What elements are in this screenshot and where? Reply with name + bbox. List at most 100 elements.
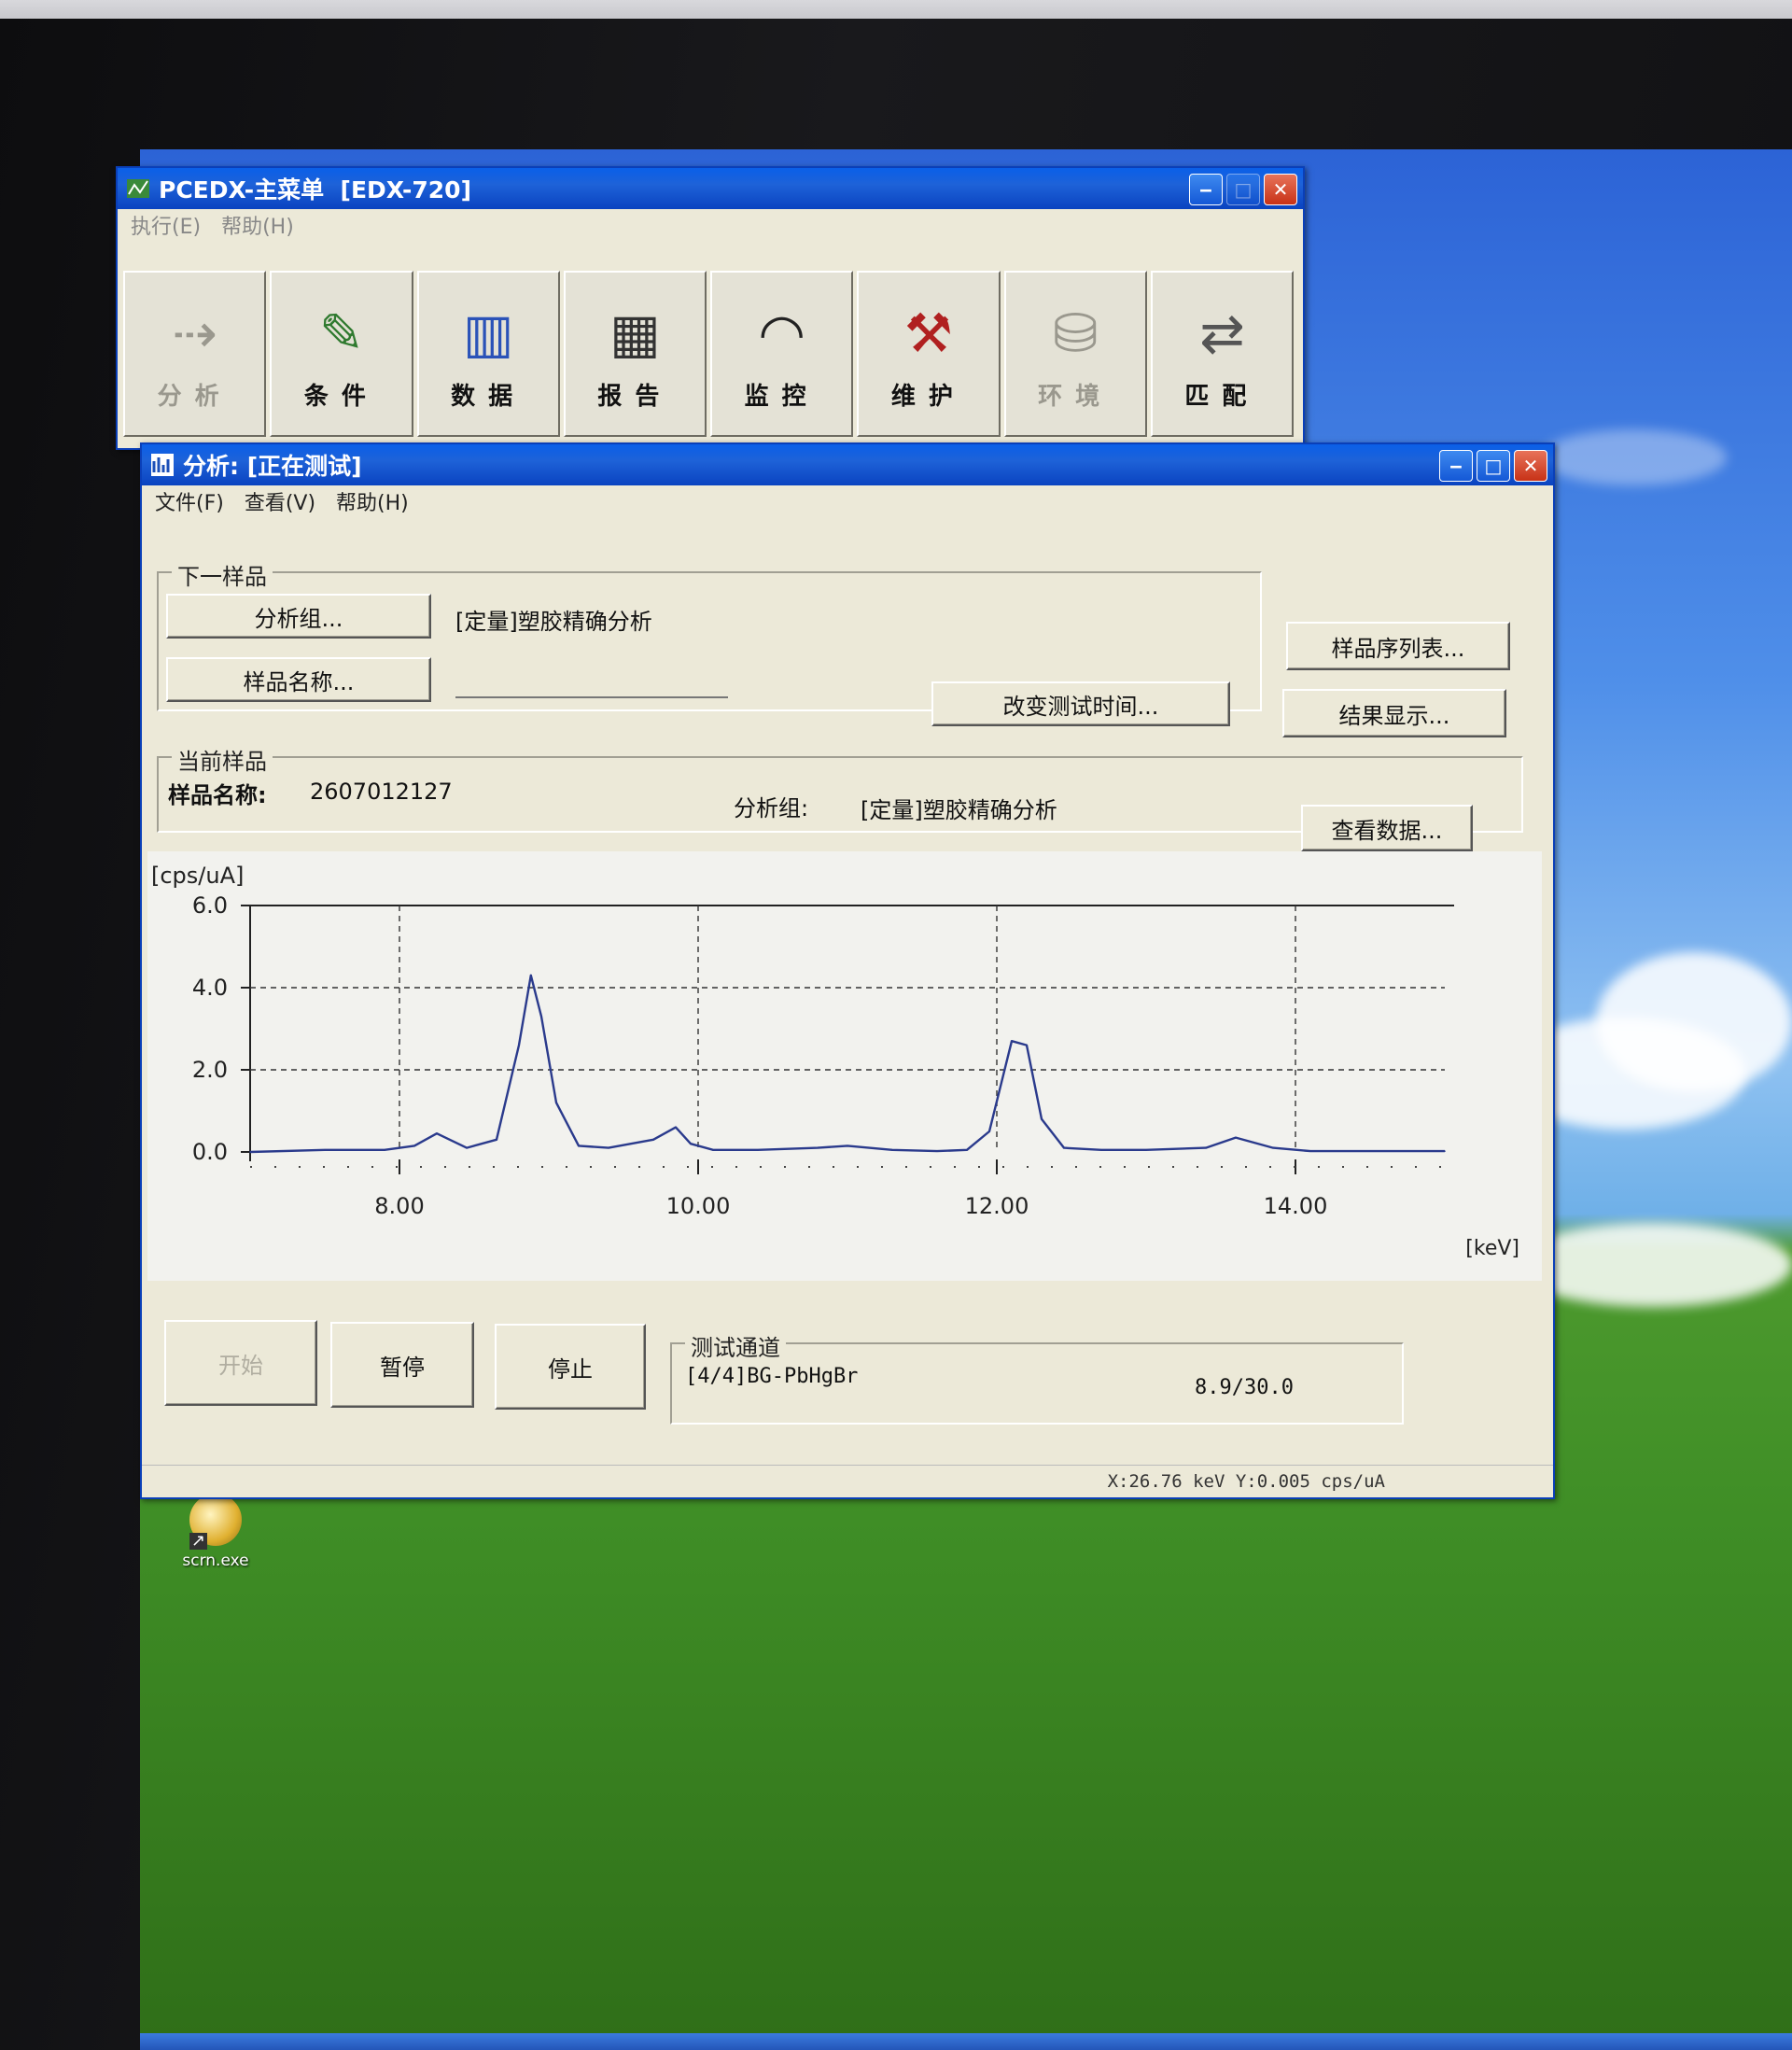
result-display-button[interactable]: 结果显示... [1282, 689, 1506, 737]
start-button: 开始 [164, 1320, 317, 1406]
menu-execute[interactable]: 执行(E) [131, 210, 201, 240]
spectrum-arrow-icon: ⇢ [172, 301, 217, 365]
close-button[interactable]: ✕ [1264, 174, 1297, 205]
main-menubar: 执行(E) 帮助(H) [118, 209, 1303, 241]
toolbar-label: 数据 [451, 382, 526, 411]
current-sample-name-value: 2607012127 [310, 779, 453, 805]
spectrum-point [1235, 1136, 1237, 1139]
spectrum-point [757, 1149, 759, 1151]
analysis-app-icon [151, 454, 174, 476]
disk-environment-icon: ⛁ [1052, 301, 1099, 365]
spectrum-point [1309, 1150, 1311, 1152]
toolbar-button-5[interactable]: ⚒ 维护 [857, 271, 1001, 437]
menu-view[interactable]: 查看(V) [245, 486, 315, 516]
spectrum-point [1205, 1146, 1207, 1149]
spectrum-point [555, 1102, 557, 1103]
taskbar[interactable] [140, 2033, 1792, 2050]
spectrum-point [988, 1130, 990, 1132]
sample-name-field[interactable] [455, 665, 728, 698]
maximize-button: □ [1226, 174, 1260, 205]
spectrum-point [891, 1149, 893, 1151]
status-bar: X:26.76 keV Y:0.005 cps/uA [142, 1465, 1553, 1497]
y-tick-label: 6.0 [192, 892, 228, 919]
spectrum-point [712, 1149, 714, 1151]
analysis-window-title: 分析: [正在测试] [183, 453, 362, 480]
spectrum-point [675, 1126, 677, 1129]
toolbar-label: 报告 [597, 382, 673, 411]
y-tick-label: 2.0 [192, 1057, 228, 1083]
toolbar-button-1[interactable]: ✎ 条件 [270, 271, 413, 437]
minimize-button[interactable]: ‒ [1189, 174, 1223, 205]
sample-list-button[interactable]: 样品序列表... [1286, 622, 1510, 670]
pause-button[interactable]: 暂停 [330, 1322, 474, 1408]
current-analysis-group-value: [定量]塑胶精确分析 [861, 797, 1057, 823]
toolbar-label: 环境 [1038, 382, 1113, 411]
spectrum-point [413, 1144, 415, 1147]
x-axis-label: [keV] [1465, 1237, 1519, 1260]
test-channel-group-title: 测试通道 [685, 1329, 786, 1362]
change-test-time-button[interactable]: 改变测试时间... [931, 681, 1230, 726]
spectrum-point [1145, 1149, 1147, 1151]
maximize-button[interactable]: □ [1477, 450, 1510, 482]
spectrum-point [436, 1132, 438, 1134]
spectrum-point [384, 1149, 385, 1151]
main-window-title: PCEDX-主菜单 [EDX-720] [159, 176, 471, 204]
gauge-icon: ◠ [758, 301, 805, 365]
toolbar-button-4[interactable]: ◠ 监控 [710, 271, 854, 437]
toolbar-button-7[interactable]: ⇄ 匹配 [1150, 271, 1294, 437]
spectrum-point [518, 1044, 520, 1046]
toolbar-button-2[interactable]: ▥ 数据 [416, 271, 560, 437]
spectrum-line [249, 974, 1445, 1154]
analysis-titlebar[interactable]: 分析: [正在测试] ‒ □ ✕ [142, 444, 1553, 485]
scrn-exe-icon [189, 1494, 242, 1550]
menu-help[interactable]: 帮助(H) [221, 210, 294, 240]
current-analysis-group-label: 分析组: [734, 795, 809, 821]
spectrum-svg: 0.0 2.0 4.0 6.0 8.00 10.00 12.00 14.00 [cps/uA] [… [151, 863, 1519, 1260]
spectrum-point [1063, 1146, 1065, 1149]
toolbar-button-0: ⇢ 分析 [123, 271, 267, 437]
y-tick-label: 0.0 [192, 1139, 228, 1165]
spectrum-point [466, 1146, 468, 1149]
spectrum-point [652, 1139, 654, 1141]
menu-file[interactable]: 文件(F) [155, 486, 224, 516]
spectrum-point [496, 1139, 497, 1141]
toolbar-label: 条件 [303, 382, 379, 411]
spectrum-point [1100, 1149, 1102, 1151]
main-titlebar[interactable]: PCEDX-主菜单 [EDX-720] ‒ □ ✕ [118, 168, 1303, 209]
close-button[interactable]: ✕ [1514, 450, 1547, 482]
minimize-button[interactable]: ‒ [1439, 450, 1473, 482]
x-tick-label: 8.00 [374, 1193, 424, 1219]
desktop-icon-scrn[interactable]: scrn.exe [164, 1494, 267, 1570]
menu-help[interactable]: 帮助(H) [336, 486, 409, 516]
cloud [1596, 952, 1792, 1092]
view-data-button[interactable]: 查看数据... [1301, 805, 1473, 851]
spectrum-point [690, 1143, 692, 1144]
stop-button[interactable]: 停止 [495, 1324, 646, 1410]
sample-name-button[interactable]: 样品名称... [166, 657, 431, 702]
spectrum-point [936, 1150, 938, 1152]
analysis-group-button[interactable]: 分析组... [166, 594, 431, 639]
main-toolbar: ⇢ 分析 ✎ 条件 ▥ 数据 ▦ 报告 ◠ 监控 ⚒ 维护 ⛁ 环境 ⇄ 匹配 [123, 271, 1294, 437]
spectrum-point [847, 1144, 848, 1147]
spectrum-point [530, 975, 532, 976]
x-tick-label: 12.00 [965, 1193, 1029, 1219]
toolbar-button-3[interactable]: ▦ 报告 [563, 271, 707, 437]
cursor-coordinates: X:26.76 keV Y:0.005 cps/uA [1107, 1471, 1385, 1492]
spectrum-point [817, 1146, 819, 1149]
spectrum-point [540, 1016, 542, 1018]
spectrum-chart[interactable]: 0.0 2.0 4.0 6.0 8.00 10.00 12.00 14.00 [cps/uA] [… [147, 851, 1542, 1281]
x-tick-label: 14.00 [1264, 1193, 1328, 1219]
toolbar-label: 维护 [890, 382, 966, 411]
spectrum-point [966, 1149, 968, 1151]
test-channel-group: 测试通道 [4/4]BG-PbHgBr 8.9/30.0 [670, 1329, 1404, 1425]
current-sample-name-label: 样品名称: [168, 782, 267, 808]
next-sample-group-title: 下一样品 [172, 558, 273, 591]
spectrum-point [1444, 1150, 1446, 1152]
spectrum-point [1272, 1146, 1274, 1149]
spectrum-point [578, 1144, 580, 1147]
y-tick-label: 4.0 [192, 975, 228, 1001]
channel-name: [4/4]BG-PbHgBr [685, 1365, 859, 1388]
spectrum-point [608, 1146, 609, 1149]
analysis-menubar: 文件(F) 查看(V) 帮助(H) [142, 485, 1553, 517]
toolbar-button-6: ⛁ 环境 [1003, 271, 1147, 437]
